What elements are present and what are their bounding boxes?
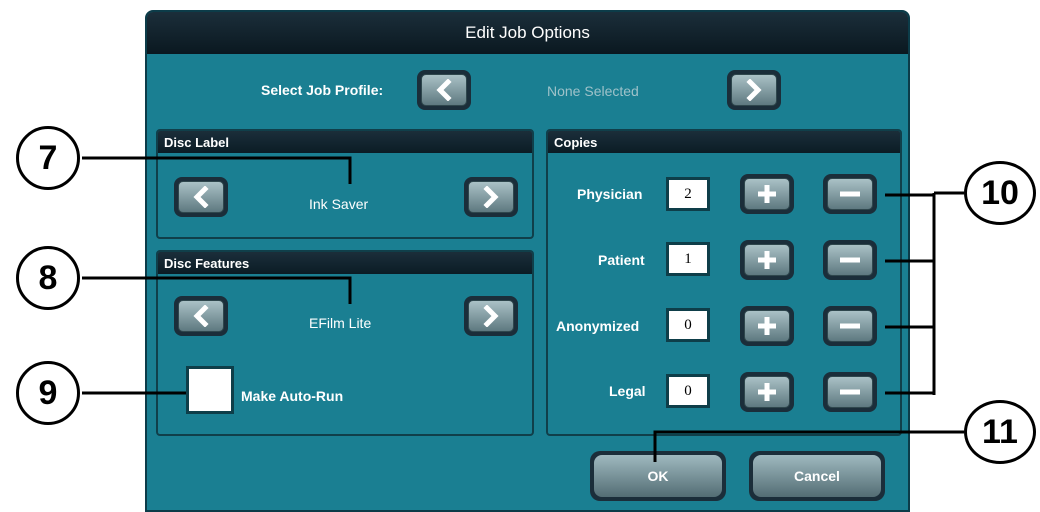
callout-7: 7 [16,126,80,190]
callout-11: 11 [964,400,1036,464]
callout-leader-lines [82,156,964,462]
callout-9: 9 [16,361,80,425]
callout-10: 10 [964,161,1036,225]
callout-8: 8 [16,246,80,310]
